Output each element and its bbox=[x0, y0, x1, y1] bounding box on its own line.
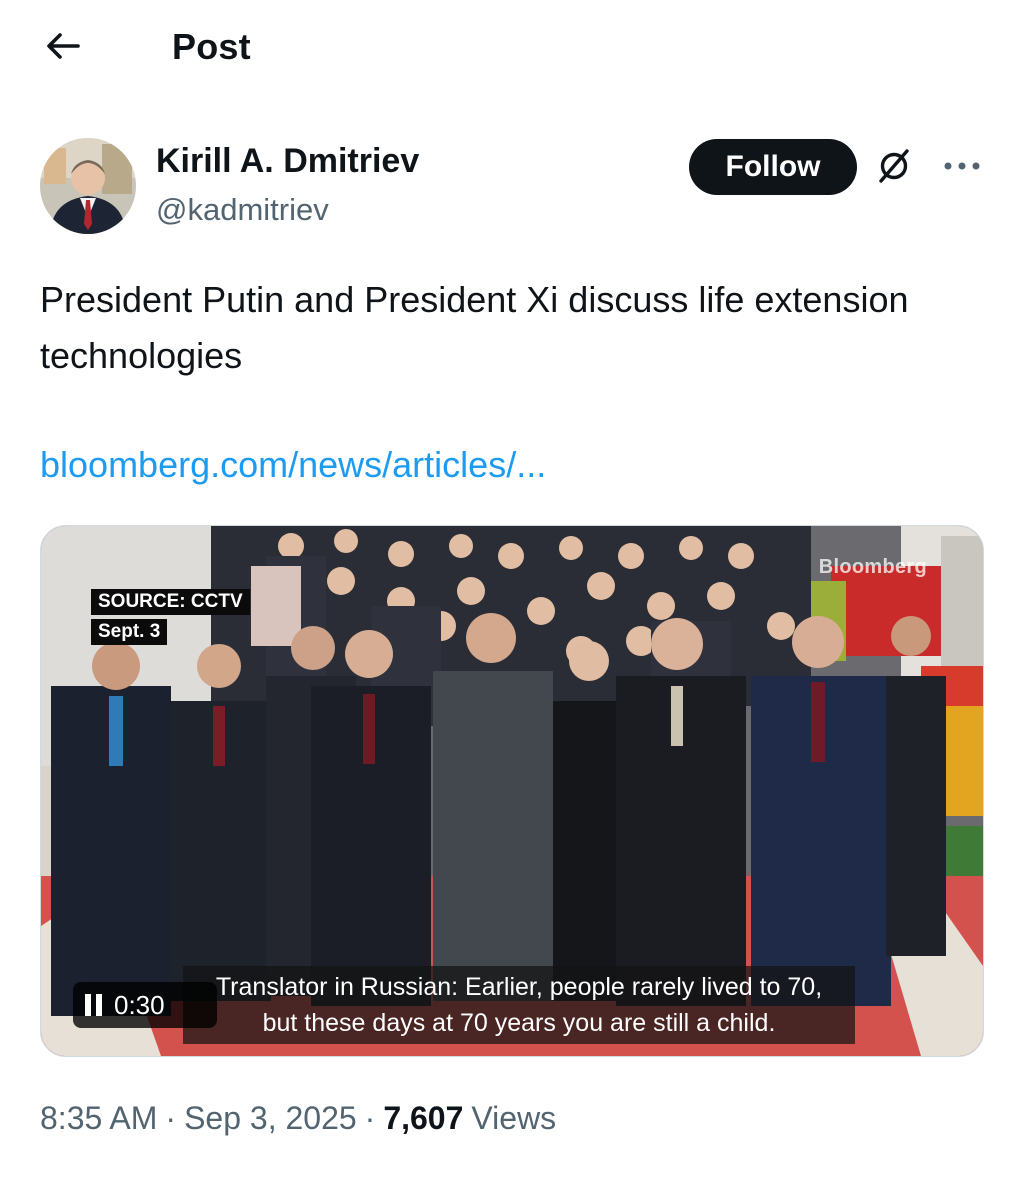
more-options-button[interactable] bbox=[938, 146, 986, 190]
arrow-left-icon bbox=[42, 26, 82, 71]
post-date[interactable]: Sep 3, 2025 bbox=[184, 1100, 357, 1137]
source-date: Sept. 3 bbox=[91, 619, 168, 645]
separator: · bbox=[364, 1100, 376, 1136]
views-label: Views bbox=[471, 1100, 557, 1136]
source-caption: SOURCE: CCTV Sept. 3 bbox=[91, 589, 250, 645]
subtitle-line: but these days at 70 years you are still… bbox=[262, 1009, 776, 1037]
separator: · bbox=[165, 1100, 177, 1136]
page-title: Post bbox=[172, 26, 251, 67]
video-player[interactable]: SOURCE: CCTV Sept. 3 Bloomberg Translato… bbox=[40, 525, 984, 1057]
author-display-name[interactable]: Kirill A. Dmitriev bbox=[156, 142, 419, 181]
post-link[interactable]: bloomberg.com/news/articles/... bbox=[40, 444, 546, 486]
top-bar: Post bbox=[0, 0, 1024, 96]
pause-icon[interactable] bbox=[85, 994, 102, 1016]
author-handle[interactable]: @kadmitriev bbox=[156, 192, 329, 228]
more-horizontal-icon bbox=[942, 159, 982, 177]
grok-icon bbox=[874, 146, 914, 191]
views-count[interactable]: 7,607 bbox=[383, 1100, 463, 1137]
post-time[interactable]: 8:35 AM bbox=[40, 1100, 157, 1137]
avatar[interactable] bbox=[40, 138, 136, 234]
post-text: President Putin and President Xi discuss… bbox=[40, 279, 909, 376]
video-subtitles: Translator in Russian: Earlier, people r… bbox=[183, 966, 855, 1044]
bloomberg-watermark: Bloomberg bbox=[818, 556, 927, 578]
grok-button[interactable] bbox=[872, 146, 916, 190]
source-label: SOURCE: CCTV bbox=[91, 589, 250, 615]
subtitle-line: Translator in Russian: Earlier, people r… bbox=[215, 973, 823, 1001]
post-meta: 8:35 AM · Sep 3, 2025 · 7,607 Views bbox=[40, 1100, 556, 1137]
video-duration: 0:30 bbox=[114, 989, 165, 1020]
back-button[interactable] bbox=[36, 22, 88, 74]
follow-button[interactable]: Follow bbox=[689, 139, 857, 195]
playback-control[interactable]: 0:30 bbox=[73, 982, 217, 1028]
